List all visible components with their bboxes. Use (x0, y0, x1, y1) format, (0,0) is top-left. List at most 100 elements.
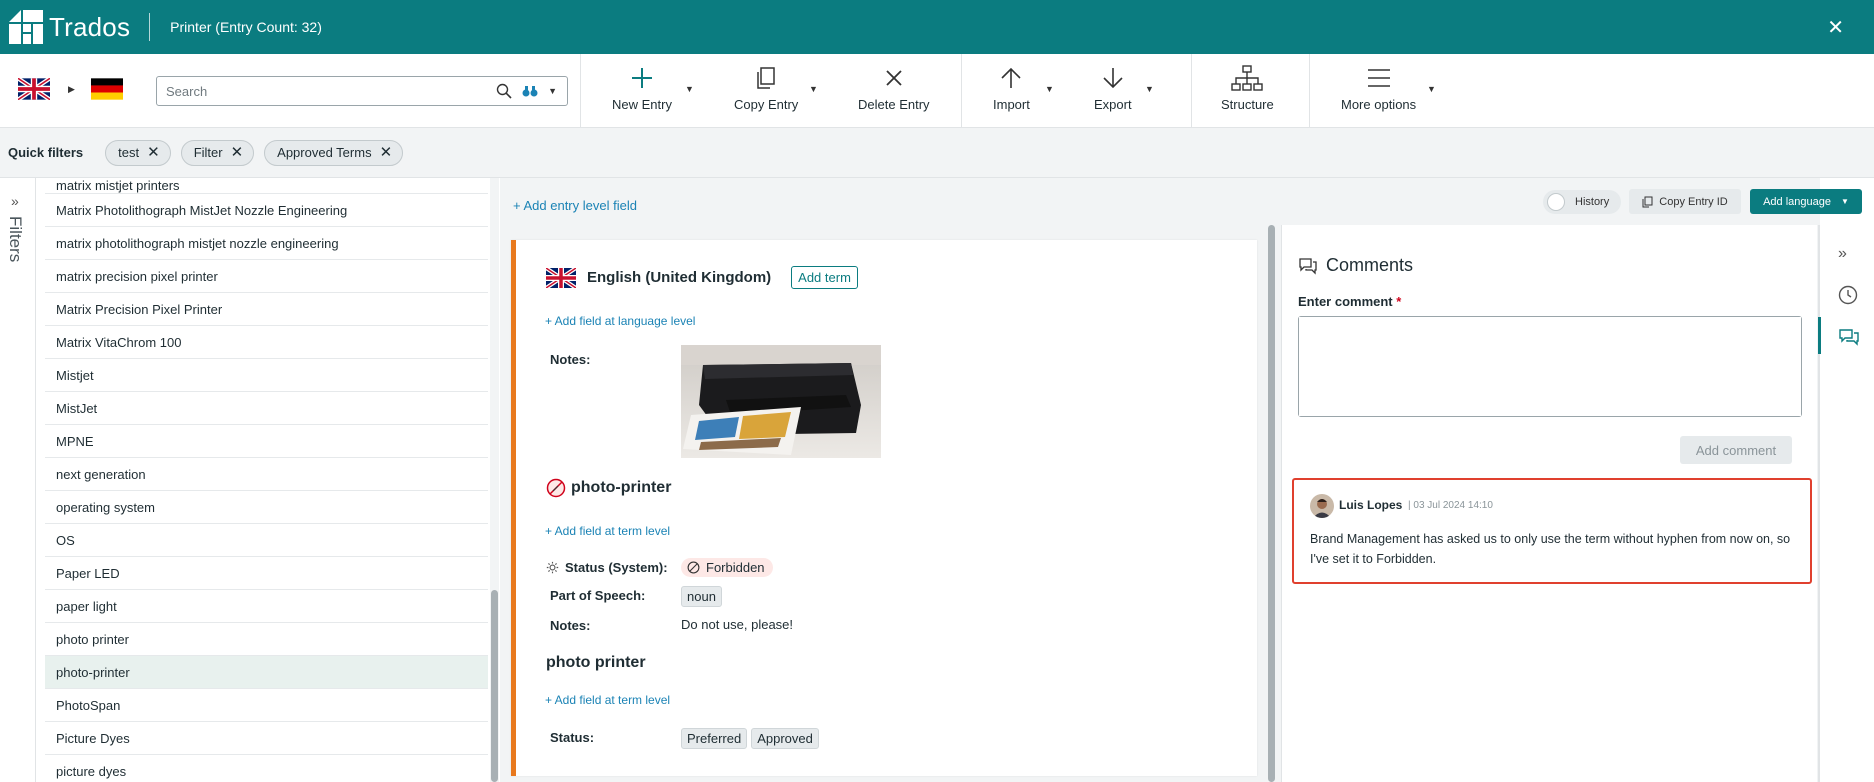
term-list-scrollbar-thumb[interactable] (491, 590, 498, 782)
structure-button[interactable]: Structure (1221, 64, 1274, 112)
gear-icon (546, 561, 559, 574)
enter-comment-label: Enter comment * (1298, 294, 1401, 309)
new-entry-dropdown-icon[interactable]: ▼ (685, 84, 694, 94)
remove-chip-icon[interactable]: ✕ (147, 145, 160, 160)
term-heading: photo printer (546, 654, 646, 672)
title-separator (149, 13, 151, 41)
term-list-item[interactable]: MistJet (45, 392, 488, 425)
comments-panel: Comments Enter comment * Add comment Lui… (1281, 225, 1817, 782)
part-of-speech-label: Part of Speech: (550, 588, 646, 603)
term-list-item[interactable]: picture dyes (45, 755, 488, 782)
history-clock-icon[interactable] (1838, 285, 1858, 305)
part-of-speech-value: noun (681, 586, 726, 607)
copy-entry-button[interactable]: Copy Entry (734, 64, 798, 112)
collapse-panel-icon[interactable]: » (1838, 245, 1847, 263)
term-list-item[interactable]: operating system (45, 491, 488, 524)
new-entry-button[interactable]: New Entry (612, 64, 672, 112)
trados-logo: Trados (9, 10, 130, 44)
term-list-item[interactable]: Paper LED (45, 557, 488, 590)
chevron-down-icon[interactable]: ▼ (548, 86, 557, 96)
term-list-item[interactable]: PhotoSpan (45, 689, 488, 722)
new-entry-label: New Entry (612, 97, 672, 112)
language-card: English (United Kingdom) Add term + Add … (511, 240, 1257, 776)
term-list-item[interactable]: Matrix VitaChrom 100 (45, 326, 488, 359)
comment-text: Brand Management has asked us to only us… (1310, 532, 1791, 566)
term-list-item[interactable]: next generation (45, 458, 488, 491)
term-list-item[interactable]: paper light (45, 590, 488, 623)
status-system-text: Status (System): (565, 560, 668, 575)
uk-flag-icon (546, 267, 576, 288)
more-options-button[interactable]: More options (1341, 64, 1416, 112)
import-dropdown-icon[interactable]: ▼ (1045, 84, 1054, 94)
forbidden-badge: Forbidden (681, 558, 773, 577)
term-list-item[interactable]: photo-printer (45, 656, 488, 689)
menu-icon (1367, 69, 1390, 87)
filter-chip[interactable]: test ✕ (105, 139, 171, 166)
term-list-item[interactable]: MPNE (45, 425, 488, 458)
close-icon[interactable]: ✕ (1827, 15, 1844, 40)
comment-author: Luis Lopes (1339, 498, 1403, 512)
fuzzy-search-icon[interactable] (522, 84, 538, 98)
term-name: photo-printer (571, 479, 672, 496)
search-input[interactable] (166, 83, 497, 99)
term-list-item[interactable]: photo printer (45, 623, 488, 656)
history-toggle[interactable]: History (1543, 190, 1621, 214)
comments-heading: Comments (1298, 255, 1413, 276)
comment-input-box (1298, 316, 1802, 417)
add-term-field-link[interactable]: + Add field at term level (545, 524, 670, 538)
filter-chip-label: Approved Terms (277, 145, 372, 160)
copy-entry-id-label: Copy Entry ID (1659, 195, 1728, 208)
copy-entry-dropdown-icon[interactable]: ▼ (809, 84, 818, 94)
add-comment-button[interactable]: Add comment (1680, 436, 1792, 464)
export-button[interactable]: Export (1094, 64, 1132, 112)
add-language-button[interactable]: Add language ▼ (1750, 189, 1862, 214)
filter-chip[interactable]: Approved Terms ✕ (264, 139, 404, 166)
comment-textarea[interactable] (1299, 317, 1801, 416)
add-language-field-link[interactable]: + Add field at language level (545, 314, 695, 328)
structure-icon (1231, 65, 1264, 91)
quick-filters-label: Quick filters (8, 145, 84, 160)
import-button[interactable]: Import (993, 64, 1030, 112)
history-label: History (1575, 196, 1610, 208)
remove-chip-icon[interactable]: ✕ (231, 145, 244, 160)
term-list-item[interactable]: OS (45, 524, 488, 557)
delete-entry-button[interactable]: Delete Entry (858, 64, 930, 112)
copy-entry-label: Copy Entry (734, 97, 799, 112)
remove-chip-icon[interactable]: ✕ (380, 145, 393, 160)
title-bar: Trados Printer (Entry Count: 32) ✕ (0, 0, 1874, 54)
copy-entry-id-button[interactable]: Copy Entry ID (1629, 189, 1741, 214)
forbidden-text: Forbidden (706, 560, 765, 575)
preferred-tag: Preferred (681, 728, 748, 749)
term-list-item[interactable]: Matrix Photolithograph MistJet Nozzle En… (45, 194, 488, 227)
copy-icon (757, 67, 775, 89)
copy-icon (1642, 196, 1653, 207)
search-icon[interactable] (496, 83, 512, 99)
filter-chip[interactable]: Filter ✕ (180, 139, 255, 166)
term-list-item[interactable]: matrix photolithograph mistjet nozzle en… (45, 227, 488, 260)
add-entry-level-field-link[interactable]: + Add entry level field (513, 198, 637, 213)
printer-image (681, 345, 881, 458)
term-list-item[interactable]: Mistjet (45, 359, 488, 392)
term-notes-value: Do not use, please! (681, 617, 794, 632)
search-box: ▼ (156, 76, 568, 106)
approved-tag: Approved (751, 728, 819, 749)
comments-tab-icon[interactable] (1838, 328, 1860, 346)
term-list-item[interactable]: matrix mistjet printers (45, 178, 488, 194)
expand-filters-icon[interactable]: » (11, 193, 19, 209)
language-pair[interactable]: ▶ (18, 78, 123, 100)
term-list-item[interactable]: Picture Dyes (45, 722, 488, 755)
trados-logo-icon (9, 10, 43, 44)
delete-icon (886, 70, 902, 86)
more-options-dropdown-icon[interactable]: ▼ (1427, 84, 1436, 94)
filter-chip-label: test (118, 145, 140, 160)
toolbar-separator (1191, 54, 1192, 128)
add-term-button[interactable]: Add term (791, 266, 858, 289)
add-term-field-link[interactable]: + Add field at term level (545, 693, 670, 707)
term-list-item[interactable]: matrix precision pixel printer (45, 260, 488, 293)
filters-panel-collapsed[interactable]: » Filters (0, 178, 36, 782)
filter-chip-label: Filter (193, 145, 223, 160)
export-dropdown-icon[interactable]: ▼ (1145, 84, 1154, 94)
entry-scrollbar-thumb[interactable] (1268, 225, 1275, 782)
noun-tag: noun (681, 586, 722, 607)
term-list-item[interactable]: Matrix Precision Pixel Printer (45, 293, 488, 326)
